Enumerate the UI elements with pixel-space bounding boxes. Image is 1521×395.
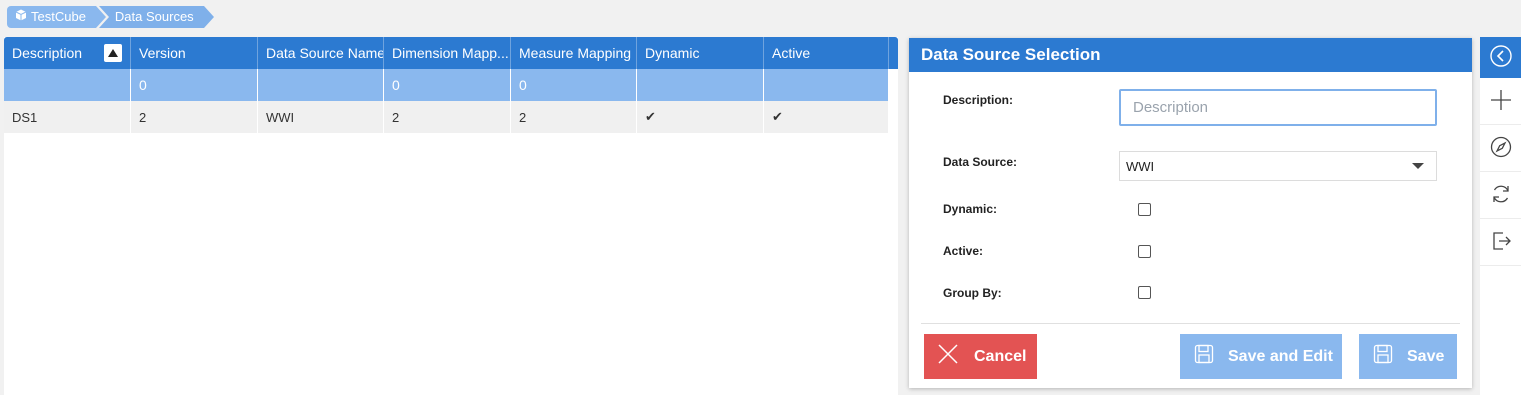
active-checkbox[interactable]	[1138, 245, 1151, 258]
save-and-edit-button[interactable]: Save and Edit	[1180, 334, 1342, 379]
group-by-label: Group By:	[943, 286, 1002, 300]
column-header-description[interactable]: Description	[4, 37, 131, 69]
close-icon	[938, 344, 958, 369]
navigate-button[interactable]	[1480, 125, 1521, 172]
filter-cell[interactable]: 0	[511, 69, 637, 101]
column-header-dimension-mapping[interactable]: Dimension Mapp...	[384, 37, 511, 69]
dynamic-label: Dynamic:	[943, 202, 998, 216]
filter-cell[interactable]: 0	[131, 69, 258, 101]
collapse-button[interactable]	[1480, 37, 1521, 78]
breadcrumb: TestCube Data Sources	[7, 6, 214, 28]
column-header-data-source-name[interactable]: Data Source Name	[258, 37, 384, 69]
save-label: Save	[1407, 347, 1445, 365]
description-label: Description:	[943, 93, 1014, 107]
filter-row: 0 0 0	[4, 69, 889, 101]
active-label: Active:	[943, 244, 984, 258]
filter-cell[interactable]	[258, 69, 384, 101]
cancel-label: Cancel	[974, 347, 1027, 365]
cell-active-check-icon: ✔	[764, 101, 889, 133]
data-source-select[interactable]: WWI	[1119, 151, 1437, 181]
filter-cell[interactable]	[764, 69, 889, 101]
column-header-active[interactable]: Active	[764, 37, 889, 69]
save-icon	[1194, 344, 1214, 369]
chevron-down-icon	[1412, 163, 1424, 169]
column-header-measure-mapping[interactable]: Measure Mapping	[511, 37, 637, 69]
filter-cell[interactable]: 0	[384, 69, 511, 101]
filter-cell[interactable]	[4, 69, 131, 101]
breadcrumb-label: TestCube	[31, 9, 86, 24]
collapse-icon	[1489, 44, 1513, 71]
column-header-dynamic[interactable]: Dynamic	[637, 37, 764, 69]
data-source-label: Data Source:	[943, 155, 1018, 169]
sort-ascending-icon[interactable]	[104, 44, 122, 62]
grid-header: Description Version Data Source Name Dim…	[4, 37, 898, 69]
table-row[interactable]: DS1 2 WWI 2 2 ✔ ✔	[4, 101, 889, 133]
column-title: Active	[772, 45, 811, 61]
refresh-button[interactable]	[1480, 172, 1521, 219]
side-toolbar	[1480, 37, 1521, 395]
cancel-button[interactable]: Cancel	[924, 334, 1037, 379]
panel-title: Data Source Selection	[909, 38, 1472, 72]
data-sources-grid: Description Version Data Source Name Dim…	[4, 37, 898, 395]
cube-icon	[15, 6, 27, 28]
divider	[921, 323, 1460, 324]
compass-icon	[1490, 136, 1512, 161]
column-header-version[interactable]: Version	[131, 37, 258, 69]
column-title: Measure Mapping	[519, 45, 632, 61]
cell-description: DS1	[4, 101, 131, 133]
column-title: Dimension Mapp...	[392, 45, 509, 61]
add-icon	[1490, 89, 1512, 114]
save-icon	[1373, 344, 1393, 369]
cell-data-source-name: WWI	[258, 101, 384, 133]
breadcrumb-item-data-sources[interactable]: Data Sources	[98, 6, 214, 28]
dynamic-checkbox[interactable]	[1138, 203, 1151, 216]
cell-measure-mapping: 2	[511, 101, 637, 133]
column-title: Version	[139, 45, 186, 61]
filter-cell[interactable]	[637, 69, 764, 101]
save-button[interactable]: Save	[1359, 334, 1457, 379]
column-title: Dynamic	[645, 45, 700, 61]
data-source-selection-panel: Data Source Selection Description: Data …	[909, 38, 1472, 388]
column-title: Data Source Name	[266, 45, 384, 61]
refresh-icon	[1490, 183, 1512, 208]
column-title: Description	[12, 45, 83, 61]
exit-button[interactable]	[1480, 219, 1521, 266]
data-source-value: WWI	[1126, 158, 1155, 174]
group-by-checkbox[interactable]	[1138, 286, 1151, 299]
breadcrumb-item-testcube[interactable]: TestCube	[7, 6, 106, 28]
cell-version: 2	[131, 101, 258, 133]
description-input[interactable]	[1119, 89, 1437, 126]
save-and-edit-label: Save and Edit	[1228, 347, 1333, 365]
cell-dynamic-check-icon: ✔	[637, 101, 764, 133]
cell-dimension-mapping: 2	[384, 101, 511, 133]
breadcrumb-label: Data Sources	[114, 9, 194, 24]
add-button[interactable]	[1480, 78, 1521, 125]
exit-icon	[1490, 230, 1512, 255]
